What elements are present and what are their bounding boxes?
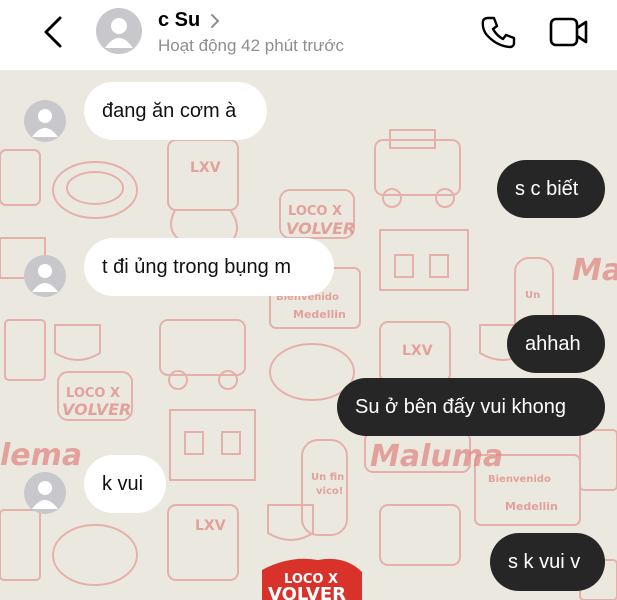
back-button[interactable] — [38, 14, 70, 50]
sender-avatar[interactable] — [24, 472, 66, 514]
chevron-right-icon[interactable] — [208, 12, 222, 30]
message-text: ahhah — [525, 333, 581, 355]
message-text: k vui — [102, 473, 144, 495]
svg-text:VOLVER: VOLVER — [268, 584, 346, 600]
sender-avatar[interactable] — [24, 255, 66, 297]
active-status: Hoạt động 42 phút trước — [158, 36, 345, 55]
message-bubble-outgoing[interactable]: Su ở bên đấy vui khong — [337, 378, 605, 436]
default-avatar-icon — [32, 264, 58, 292]
svg-text:lema: lema — [0, 438, 82, 473]
svg-text:LOCO X: LOCO X — [66, 386, 120, 401]
call-button[interactable] — [480, 14, 516, 50]
message-bubble-outgoing[interactable]: ahhah — [507, 315, 605, 373]
message-text: s c biết — [515, 178, 579, 200]
svg-text:Maluma: Maluma — [370, 439, 503, 474]
message-text: đang ăn cơm à — [102, 100, 237, 122]
svg-text:Ma: Ma — [572, 253, 617, 288]
message-bubble-outgoing[interactable]: s k vui v — [490, 533, 605, 591]
svg-text:Medellin: Medellin — [505, 500, 558, 513]
chat-header: c Su Hoạt động 42 phút trước — [0, 0, 617, 70]
svg-text:LOCO X: LOCO X — [288, 204, 342, 219]
message-bubble-incoming[interactable]: đang ăn cơm à — [84, 82, 267, 140]
message-text: Su ở bên đấy vui khong — [355, 396, 567, 418]
default-avatar-icon — [105, 18, 133, 48]
contact-avatar[interactable] — [96, 8, 142, 54]
phone-icon — [481, 16, 516, 49]
loco-volver-sticker: LOCO X VOLVER — [262, 558, 362, 600]
svg-text:Bienvenido: Bienvenido — [488, 474, 551, 485]
message-text: s k vui v — [508, 551, 581, 573]
svg-text:VOLVER: VOLVER — [286, 219, 355, 238]
svg-text:Medellin: Medellin — [293, 308, 346, 321]
svg-text:vico!: vico! — [316, 486, 343, 497]
svg-text:Un: Un — [525, 290, 540, 301]
chevron-left-icon — [44, 16, 62, 48]
sender-avatar[interactable] — [24, 100, 66, 142]
default-avatar-icon — [32, 481, 58, 509]
video-camera-icon — [549, 17, 588, 47]
svg-text:VOLVER: VOLVER — [62, 400, 131, 419]
message-bubble-incoming[interactable]: t đi ủng trong bụng m — [84, 238, 334, 296]
default-avatar-icon — [32, 109, 58, 137]
svg-text:Un fin: Un fin — [311, 472, 344, 483]
svg-text:LXV: LXV — [402, 343, 433, 359]
message-bubble-incoming[interactable]: k vui — [84, 455, 166, 513]
svg-text:LXV: LXV — [190, 160, 221, 176]
svg-text:LXV: LXV — [195, 518, 226, 534]
message-text: t đi ủng trong bụng m — [102, 256, 292, 278]
contact-name[interactable]: c Su — [158, 9, 200, 32]
message-bubble-outgoing[interactable]: s c biết — [497, 160, 605, 218]
video-call-button[interactable] — [548, 14, 590, 50]
